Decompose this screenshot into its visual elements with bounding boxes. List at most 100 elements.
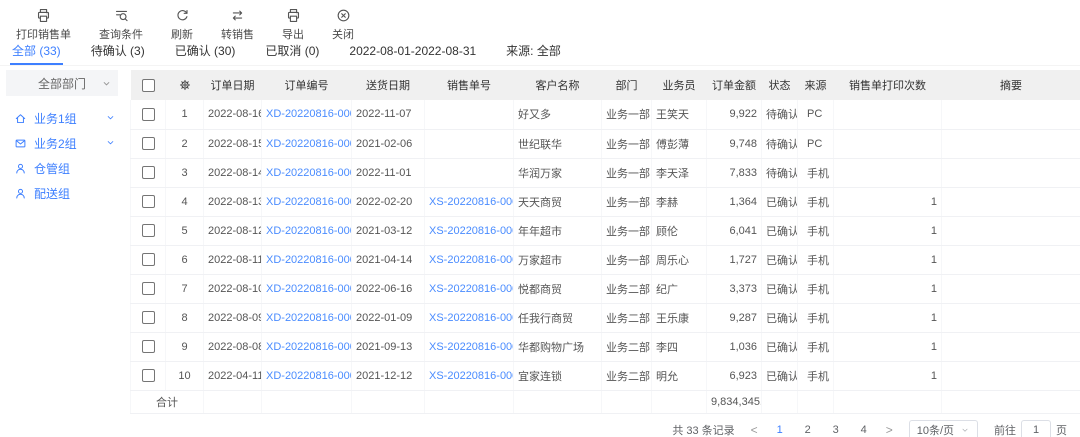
delivery-date-cell: 2022-01-09 [352,303,425,332]
sidebar-item-business-group-2[interactable]: 业务2组 [0,131,130,156]
order-no-link[interactable]: XD-20220816-000018 [266,108,352,120]
prev-page-button[interactable]: < [751,423,758,437]
row-checkbox[interactable] [142,195,155,208]
order-date-cell: 2022-08-14 [204,158,262,187]
order-no-link[interactable]: XD-20220816-000012 [266,283,352,295]
column-header-9: 来源 [798,70,834,100]
row-checkbox[interactable] [142,166,155,179]
sidebar: 全部部门 业务1组业务2组仓管组配送组 [0,66,130,437]
summary-cell [942,216,1080,245]
user-icon [14,187,27,200]
dept-cell: 业务二部 [602,361,652,390]
row-seq: 9 [166,332,204,361]
content-area: 订单日期订单编号送货日期销售单号客户名称部门业务员订单金额状态来源销售单打印次数… [130,66,1080,437]
print-sales-order-window: 打印销售单查询条件刷新转销售导出关闭 全部 (33) 待确认 (3) 已确认 (30… [0,0,1080,437]
page-size-select[interactable]: 10条/页 [909,420,978,437]
goto-page-input[interactable] [1021,420,1051,437]
table-row: 82022-08-09XD-20220816-0000112022-01-09X… [131,303,1080,332]
sidebar-item-warehouse-group[interactable]: 仓管组 [0,156,130,181]
order-no-link[interactable]: XD-20220816-000015 [266,196,352,208]
row-checkbox[interactable] [142,224,155,237]
sales-no-link[interactable]: XS-20220816-000012 [429,283,514,295]
customer-cell: 年年超市 [514,216,602,245]
print-sales-button[interactable]: 打印销售单 [16,8,71,42]
sales-no-link[interactable]: XS-20220816-000009 [429,370,514,382]
column-header-5: 部门 [602,70,652,100]
sidebar-item-business-group-1[interactable]: 业务1组 [0,106,130,131]
customer-cell: 好又多 [514,100,602,129]
column-header-11: 摘要 [942,70,1080,100]
print-count-cell: 1 [834,245,942,274]
status-cell: 待确认 [762,129,798,158]
sales-no-link[interactable]: XS-20220816-000014 [429,225,514,237]
dept-cell: 业务一部 [602,129,652,158]
row-checkbox[interactable] [142,340,155,353]
goto-label: 前往 [994,422,1016,437]
delivery-date-cell: 2021-12-12 [352,361,425,390]
order-no-link[interactable]: XD-20220816-000011 [266,312,352,324]
page-1-button[interactable]: 1 [774,424,786,436]
salesperson-cell: 王笑天 [652,100,707,129]
row-checkbox[interactable] [142,369,155,382]
order-no-link[interactable]: XD-20220816-000010 [266,341,352,353]
select-all-checkbox[interactable] [142,79,155,92]
sales-no-link[interactable]: XS-20220816-000011 [429,312,514,324]
column-settings-button[interactable] [178,78,192,92]
order-no-link[interactable]: XD-20220816-000017 [266,138,352,150]
order-no-link[interactable]: XD-20220816-000016 [266,167,352,179]
search-filter-icon [114,8,129,23]
row-checkbox[interactable] [142,137,155,150]
row-checkbox-cell [131,303,166,332]
close-button[interactable]: 关闭 [332,8,354,42]
column-header-4: 客户名称 [514,70,602,100]
sidebar-item-label: 业务2组 [34,135,77,152]
row-checkbox[interactable] [142,253,155,266]
row-seq: 4 [166,187,204,216]
dept-cell: 业务一部 [602,158,652,187]
sidebar-item-label: 仓管组 [34,160,70,177]
order-no-link[interactable]: XD-20220816-000009 [266,370,352,382]
order-no-cell: XD-20220816-000017 [262,129,352,158]
delivery-date-cell: 2022-11-07 [352,100,425,129]
row-checkbox[interactable] [142,311,155,324]
order-no-cell: XD-20220816-000018 [262,100,352,129]
refresh-button[interactable]: 刷新 [171,8,193,42]
amount-cell: 1,036 [707,332,762,361]
sales-no-link[interactable]: XS-20220816-000013 [429,254,514,266]
printer-icon [286,8,301,23]
tab-date-range[interactable]: 2022-08-01-2022-08-31 [347,38,478,65]
tab-source[interactable]: 来源: 全部 [504,38,563,65]
dept-cell: 业务二部 [602,332,652,361]
order-no-link[interactable]: XD-20220816-000014 [266,225,352,237]
page-4-button[interactable]: 4 [858,424,870,436]
amount-cell: 1,364 [707,187,762,216]
query-filter-button[interactable]: 查询条件 [99,8,143,42]
next-page-button[interactable]: > [886,423,893,437]
source-cell: 手机 [798,274,834,303]
print-count-cell: 1 [834,303,942,332]
row-checkbox[interactable] [142,282,155,295]
department-select[interactable]: 全部部门 [6,70,118,96]
export-button[interactable]: 导出 [282,8,304,42]
sidebar-item-delivery-group[interactable]: 配送组 [0,181,130,206]
page-3-button[interactable]: 3 [830,424,842,436]
sales-no-link[interactable]: XS-20220816-000010 [429,341,514,353]
tab-all[interactable]: 全部 (33) [10,38,63,65]
tab-pending[interactable]: 待确认 (3) [89,38,147,65]
row-checkbox-cell [131,100,166,129]
to-sales-button[interactable]: 转销售 [221,8,254,42]
print-count-cell [834,100,942,129]
page-2-button[interactable]: 2 [802,424,814,436]
delivery-date-cell: 2021-03-12 [352,216,425,245]
sales-no-link[interactable]: XS-20220816-000015 [429,196,514,208]
order-date-cell: 2022-08-11 [204,245,262,274]
print-count-cell [834,158,942,187]
sales-no-cell: XS-20220816-000011 [425,303,514,332]
order-no-link[interactable]: XD-20220816-000013 [266,254,352,266]
tab-confirmed[interactable]: 已确认 (30) [173,38,238,65]
tab-cancelled[interactable]: 已取消 (0) [263,38,321,65]
row-checkbox[interactable] [142,108,155,121]
source-cell: PC [798,100,834,129]
amount-cell: 9,287 [707,303,762,332]
summary-cell [942,245,1080,274]
